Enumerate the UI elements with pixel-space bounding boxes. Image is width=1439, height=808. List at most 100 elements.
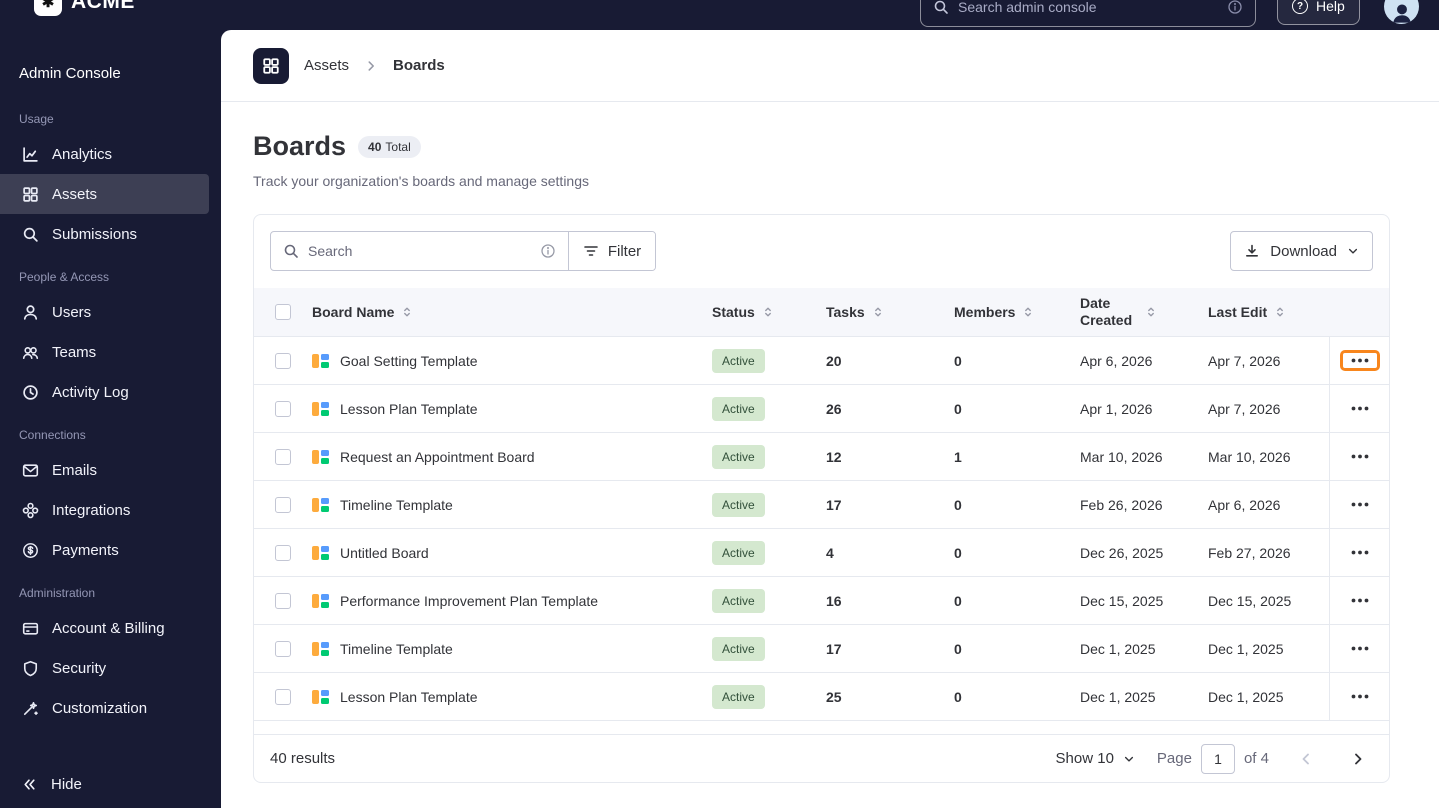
sidebar-item-activity-log[interactable]: Activity Log [0, 372, 209, 412]
breadcrumb: Assets Boards [221, 30, 1439, 102]
sidebar-item-customization[interactable]: Customization [0, 688, 209, 728]
board-name[interactable]: Untitled Board [340, 545, 429, 561]
board-name[interactable]: Request an Appointment Board [340, 449, 535, 465]
sort-icon[interactable] [872, 306, 884, 318]
board-name[interactable]: Lesson Plan Template [340, 689, 478, 705]
page-label: Page [1156, 750, 1192, 767]
header-date-created[interactable]: Date Created [1080, 295, 1208, 328]
sidebar-item-analytics[interactable]: Analytics [0, 134, 209, 174]
shortcut-hint-icon [1227, 0, 1243, 15]
select-all-checkbox[interactable] [275, 304, 291, 320]
table-spacer [254, 720, 1389, 734]
sidebar-item-assets[interactable]: Assets [0, 174, 209, 214]
next-page-button[interactable] [1343, 744, 1373, 774]
table-search[interactable] [271, 232, 569, 270]
help-icon: ? [1292, 0, 1308, 14]
boards-table-card: Filter Download Board Name Status [253, 214, 1390, 783]
ellipsis-icon [1351, 406, 1368, 411]
section-label-connections: Connections [19, 428, 86, 442]
board-name[interactable]: Performance Improvement Plan Template [340, 593, 598, 609]
logo[interactable]: ✱ ACME [34, 0, 135, 16]
sort-icon[interactable] [1022, 306, 1034, 318]
board-name[interactable]: Timeline Template [340, 641, 453, 657]
row-menu-button[interactable] [1339, 350, 1380, 371]
row-menu-button[interactable] [1340, 446, 1380, 467]
sort-icon[interactable] [1274, 306, 1286, 318]
tasks-cell: 17 [826, 640, 842, 657]
sidebar-item-label: Security [52, 659, 107, 677]
admin-search-input[interactable] [958, 0, 1218, 15]
header-last-edit[interactable]: Last Edit [1208, 304, 1329, 320]
status-cell: Active [712, 684, 826, 709]
page-number-input[interactable] [1200, 743, 1235, 774]
results-count: 40 results [270, 750, 336, 767]
date-created-cell: Dec 15, 2025 [1080, 592, 1164, 609]
row-checkbox[interactable] [275, 496, 291, 513]
header-tasks[interactable]: Tasks [826, 304, 954, 320]
status-cell: Active [712, 636, 826, 661]
board-name-cell: Request an Appointment Board [312, 449, 712, 465]
sidebar-item-label: Analytics [52, 145, 113, 163]
members-cell: 0 [954, 688, 962, 705]
row-checkbox[interactable] [275, 352, 291, 369]
sidebar-item-emails[interactable]: Emails [0, 450, 209, 490]
avatar[interactable] [1384, 0, 1419, 24]
tasks-cell: 4 [826, 544, 834, 561]
sort-icon[interactable] [401, 306, 413, 318]
collapse-chevrons-icon [21, 776, 38, 793]
row-menu-button[interactable] [1340, 590, 1380, 611]
help-button[interactable]: ? Help [1277, 0, 1360, 25]
status-badge: Active [712, 396, 765, 421]
show-per-page-select[interactable]: Show 10 [1056, 750, 1135, 767]
header-status[interactable]: Status [712, 304, 826, 320]
admin-search[interactable] [920, 0, 1256, 27]
status-cell: Active [712, 348, 826, 373]
page-of-label: of 4 [1243, 750, 1269, 767]
sidebar-item-account-billing[interactable]: Account & Billing [0, 608, 209, 648]
table-search-input[interactable] [308, 243, 531, 259]
row-checkbox[interactable] [275, 544, 291, 561]
assets-breadcrumb-icon[interactable] [253, 47, 289, 84]
submissions-icon [21, 225, 39, 243]
board-icon [312, 353, 329, 369]
row-checkbox[interactable] [275, 448, 291, 465]
board-name[interactable]: Goal Setting Template [340, 353, 478, 369]
sort-icon[interactable] [762, 306, 774, 318]
row-menu-button[interactable] [1340, 686, 1380, 707]
row-menu-button[interactable] [1340, 638, 1380, 659]
status-badge: Active [712, 540, 765, 565]
download-button[interactable]: Download [1230, 231, 1373, 271]
sidebar-hide-button[interactable]: Hide [21, 766, 82, 802]
previous-page-button[interactable] [1291, 744, 1321, 774]
table-body: Goal Setting Template Active 20 0 Apr 6,… [254, 336, 1389, 720]
integrations-icon [21, 501, 39, 519]
board-name[interactable]: Timeline Template [340, 497, 453, 513]
sidebar-item-teams[interactable]: Teams [0, 332, 209, 372]
row-checkbox[interactable] [275, 640, 291, 657]
row-menu-button[interactable] [1340, 542, 1380, 563]
status-cell: Active [712, 540, 826, 565]
sidebar-item-users[interactable]: Users [0, 292, 209, 332]
board-name[interactable]: Lesson Plan Template [340, 401, 478, 417]
row-menu-button[interactable] [1340, 398, 1380, 419]
row-checkbox[interactable] [275, 688, 291, 705]
sidebar-item-payments[interactable]: Payments [0, 530, 209, 570]
members-cell: 1 [954, 448, 962, 465]
row-actions-cell [1329, 337, 1389, 384]
row-menu-button[interactable] [1340, 494, 1380, 515]
row-checkbox[interactable] [275, 400, 291, 417]
activity-log-icon [21, 383, 39, 401]
row-checkbox[interactable] [275, 592, 291, 609]
sidebar-item-security[interactable]: Security [0, 648, 209, 688]
filter-button[interactable]: Filter [569, 232, 655, 270]
board-icon [312, 593, 329, 609]
sort-icon[interactable] [1145, 306, 1157, 318]
sidebar-item-submissions[interactable]: Submissions [0, 214, 209, 254]
sidebar: ✱ ACME Admin Console Usage Analytics Ass… [0, 0, 221, 808]
header-board-name[interactable]: Board Name [312, 304, 712, 320]
members-cell: 0 [954, 496, 962, 513]
row-checkbox-cell [254, 496, 312, 513]
header-members[interactable]: Members [954, 304, 1080, 320]
sidebar-item-integrations[interactable]: Integrations [0, 490, 209, 530]
breadcrumb-assets[interactable]: Assets [304, 57, 349, 74]
